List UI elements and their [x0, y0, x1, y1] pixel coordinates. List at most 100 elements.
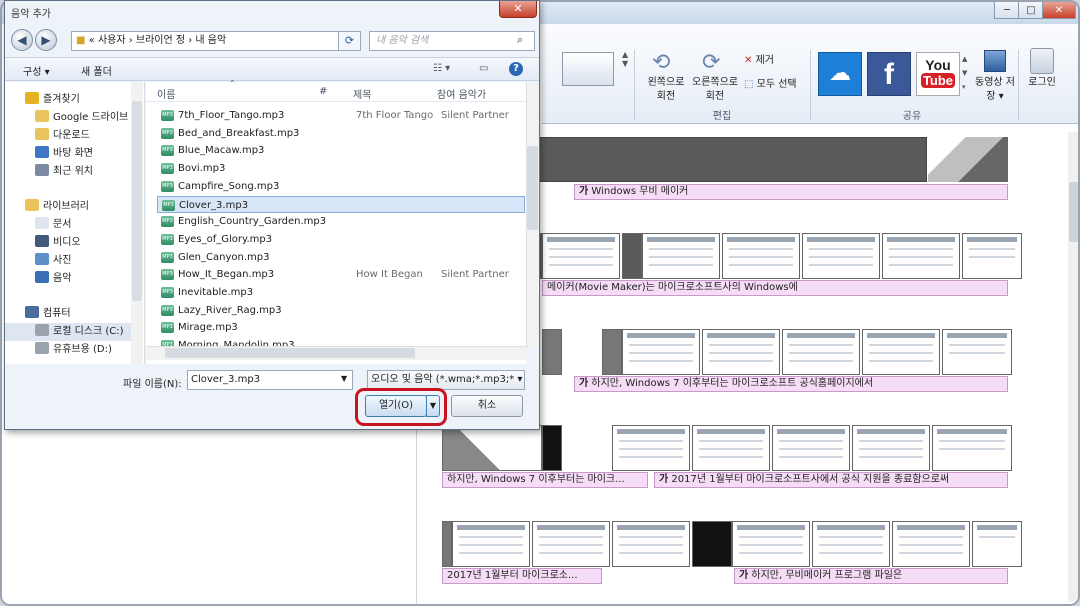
file-row[interactable]: MP3 English_Country_Garden.mp3: [157, 213, 525, 230]
column-header-number[interactable]: #: [319, 86, 327, 97]
gallery-scroll-icon[interactable]: ▲ ▼: [622, 50, 628, 90]
rotate-left-icon[interactable]: ⟲: [652, 50, 670, 75]
file-row[interactable]: MP3 Bed_and_Breakfast.mp3: [157, 125, 525, 142]
share-gallery-scroll-icon[interactable]: ▲ ▼ ▾: [962, 52, 970, 96]
nav-item[interactable]: 즐겨찾기: [5, 91, 143, 109]
maximize-button[interactable]: □: [1018, 2, 1044, 19]
video-clip[interactable]: [452, 521, 530, 567]
video-clip[interactable]: [612, 521, 690, 567]
file-row[interactable]: MP3 Blue_Macaw.mp3: [157, 142, 525, 159]
video-clip[interactable]: [932, 425, 1012, 471]
rotate-left-label[interactable]: 왼쪽으로 회전: [642, 76, 690, 104]
video-clip[interactable]: [692, 425, 770, 471]
video-clip[interactable]: [642, 233, 720, 279]
video-clip[interactable]: [532, 521, 610, 567]
help-icon[interactable]: ?: [509, 62, 523, 76]
video-clip[interactable]: [782, 329, 860, 375]
organize-button[interactable]: 구성 ▾: [23, 63, 50, 78]
file-row[interactable]: MP3 Clover_3.mp3: [157, 195, 525, 213]
nav-scroll-thumb[interactable]: [132, 101, 142, 301]
nav-item[interactable]: 컴퓨터: [5, 305, 143, 323]
file-row[interactable]: MP3 Lazy_River_Rag.mp3: [157, 302, 525, 319]
forward-button[interactable]: ▶: [35, 29, 57, 51]
nav-item[interactable]: 최근 위치: [5, 163, 143, 181]
video-clip[interactable]: [862, 329, 940, 375]
video-clip[interactable]: [852, 425, 930, 471]
video-clip[interactable]: [622, 329, 700, 375]
chevron-down-icon[interactable]: ▼: [341, 374, 347, 383]
save-movie-button[interactable]: 동영상 저장 ▾: [974, 76, 1016, 104]
caption-bar[interactable]: 메이커(Movie Maker)는 마이크로소프트사의 Windows에: [542, 280, 1008, 296]
select-all-button[interactable]: ⬚ 모두 선택: [744, 78, 797, 92]
refresh-button[interactable]: ⟳: [339, 31, 361, 51]
address-bar[interactable]: ■ « 사용자 › 브라이언 정 › 내 음악: [71, 31, 339, 51]
caption-bar[interactable]: 하지만, Windows 7 이후부터는 마이크...: [442, 472, 648, 488]
rotate-right-icon[interactable]: ⟳: [702, 50, 720, 75]
file-row[interactable]: MP3 Mirage.mp3: [157, 319, 525, 336]
minimize-button[interactable]: ─: [994, 2, 1020, 19]
nav-item[interactable]: 로컬 디스크 (C:): [5, 323, 143, 341]
video-clip[interactable]: [442, 521, 452, 567]
new-folder-button[interactable]: 새 폴더: [81, 63, 112, 78]
nav-item[interactable]: 라이브러리: [5, 198, 143, 216]
video-clip[interactable]: [542, 425, 562, 471]
filename-field[interactable]: Clover_3.mp3: [187, 370, 353, 390]
signin-icon[interactable]: [1030, 48, 1054, 74]
youtube-icon[interactable]: You Tube: [916, 52, 960, 96]
video-clip[interactable]: [702, 329, 780, 375]
search-icon[interactable]: ⌕: [517, 33, 523, 47]
nav-item[interactable]: 다운로드: [5, 127, 143, 145]
video-clip[interactable]: [892, 521, 970, 567]
theme-thumbnail-icon[interactable]: [562, 52, 614, 86]
close-window-button[interactable]: ✕: [1042, 2, 1076, 19]
onedrive-icon[interactable]: ☁: [818, 52, 862, 96]
video-clip[interactable]: [612, 425, 690, 471]
video-clip[interactable]: [802, 233, 880, 279]
dialog-close-button[interactable]: ✕: [499, 1, 537, 18]
signin-label[interactable]: 로그인: [1020, 76, 1064, 90]
file-vscroll-thumb[interactable]: [527, 146, 538, 230]
nav-item[interactable]: Google 드라이브: [5, 109, 143, 127]
video-clip[interactable]: [722, 233, 800, 279]
caption-bar[interactable]: 가 하지만, 무비메이커 프로그램 파일은: [734, 568, 1008, 584]
file-row[interactable]: MP3 Eyes_of_Glory.mp3: [157, 231, 525, 248]
remove-button[interactable]: ✕ 제거: [744, 54, 774, 68]
video-clip[interactable]: [962, 233, 1022, 279]
file-row[interactable]: MP3 Bovi.mp3: [157, 160, 525, 177]
caption-bar[interactable]: 가 2017년 1월부터 마이크로소프트사에서 공식 지원을 종료함으로써: [654, 472, 1008, 488]
search-input[interactable]: 내 음악 검색: [369, 31, 535, 51]
caption-bar[interactable]: 2017년 1월부터 마이크로소...: [442, 568, 602, 584]
nav-item[interactable]: 유휴브용 (D:): [5, 341, 143, 359]
facebook-icon[interactable]: f: [867, 52, 911, 96]
video-clip[interactable]: [972, 521, 1022, 567]
nav-item[interactable]: 비디오: [5, 234, 143, 252]
storyboard-scroll-thumb[interactable]: [1069, 182, 1078, 242]
file-row[interactable]: MP3 Inevitable.mp3: [157, 284, 525, 301]
video-clip[interactable]: [812, 521, 890, 567]
view-options-icon[interactable]: ☷ ▾: [433, 63, 450, 74]
file-row[interactable]: MP3 7th_Floor_Tango.mp3 7th Floor Tango Sil…: [157, 107, 525, 124]
video-clip[interactable]: [692, 521, 732, 567]
save-movie-icon[interactable]: [984, 50, 1006, 72]
transition-clip[interactable]: [928, 137, 1008, 182]
column-header-name[interactable]: 이름: [157, 86, 175, 101]
video-clip[interactable]: [542, 329, 562, 375]
cancel-button[interactable]: 취소: [451, 395, 523, 417]
video-clip[interactable]: [732, 521, 810, 567]
back-button[interactable]: ◀: [11, 29, 33, 51]
caption-bar[interactable]: 가 Windows 무비 메이커: [574, 184, 1008, 200]
transition-clip[interactable]: [442, 425, 542, 471]
file-hscroll-thumb[interactable]: [165, 348, 415, 358]
nav-item[interactable]: 음악: [5, 270, 143, 288]
video-clip[interactable]: [882, 233, 960, 279]
video-clip[interactable]: [772, 425, 850, 471]
video-clip[interactable]: [542, 233, 620, 279]
caption-bar[interactable]: 가 하지만, Windows 7 이후부터는 마이크로소프트 공식홈페이지에서: [574, 376, 1008, 392]
nav-item[interactable]: 바탕 화면: [5, 145, 143, 163]
file-row[interactable]: MP3 How_It_Began.mp3 How It Began Silent Pa…: [157, 266, 525, 283]
video-clip[interactable]: [622, 233, 642, 279]
file-row[interactable]: MP3 Campfire_Song.mp3: [157, 178, 525, 195]
file-row[interactable]: MP3 Glen_Canyon.mp3: [157, 249, 525, 266]
file-type-select[interactable]: 오디오 및 음악 (*.wma;*.mp3;* ▾: [367, 370, 525, 390]
nav-item[interactable]: 문서: [5, 216, 143, 234]
